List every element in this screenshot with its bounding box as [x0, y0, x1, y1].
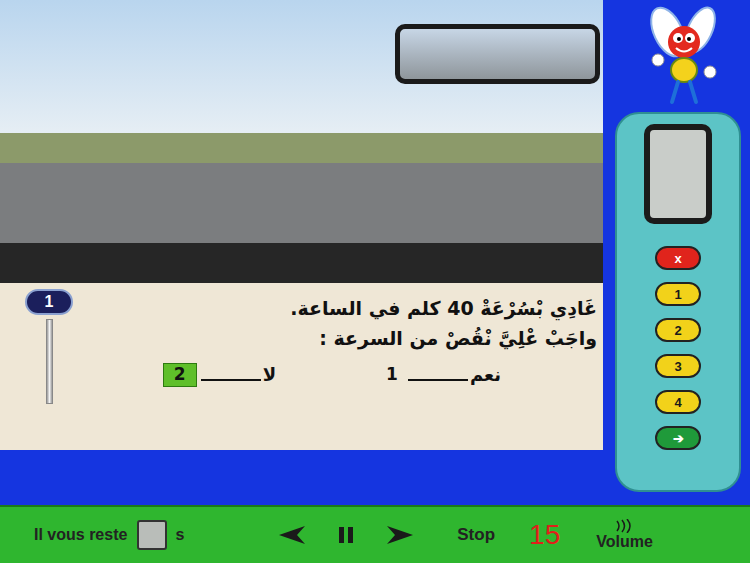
answer-button[interactable]: 2 [655, 318, 701, 342]
volume-button[interactable]: Volume [596, 519, 653, 551]
question-text: واجَبْ عْلِيَّ نْقُصْ من السرعة : [80, 323, 597, 353]
progress-bar [46, 319, 53, 404]
bottom-bar: Il vous reste s Stop 15 Volume [0, 505, 750, 563]
volume-label: Volume [596, 533, 653, 551]
volume-icon [613, 519, 637, 533]
question-count: 15 [529, 514, 560, 556]
answer-button[interactable]: 1 [655, 282, 701, 306]
cancel-button[interactable]: x [655, 246, 701, 270]
answers-row: نعم 1 لا 2 [80, 361, 597, 388]
question-panel: 1 غَادِي بْسُرْعَةْ 40 كلم في الساعة.واجَ… [0, 283, 603, 450]
question-text: غَادِي بْسُرْعَةْ 40 كلم في الساعة. [80, 293, 597, 323]
mascot-icon [638, 2, 728, 107]
answer-label: لا [263, 361, 276, 388]
next-button[interactable]: ➔ [655, 426, 701, 450]
pause-icon[interactable] [337, 526, 355, 544]
question-number: 1 [25, 289, 73, 315]
remote-screen [650, 130, 706, 218]
timer-label: Il vous reste [34, 523, 127, 547]
remote-panel: x 1 2 3 4 ➔ [603, 0, 750, 505]
app: 1 غَادِي بْسُرْعَةْ 40 كلم في الساعة.واجَ… [0, 0, 750, 563]
timer-unit: s [175, 523, 184, 547]
rear-mirror [395, 24, 600, 84]
answer-number: 2 [163, 363, 197, 387]
answer-button[interactable]: 4 [655, 390, 701, 414]
remote-control: x 1 2 3 4 ➔ [615, 112, 741, 492]
answer-label: نعم [470, 361, 501, 388]
next-icon[interactable] [387, 526, 413, 544]
answer-number: 1 [386, 362, 398, 388]
stop-button[interactable]: Stop [457, 522, 495, 548]
timer-box [137, 520, 167, 550]
photo [0, 0, 603, 283]
answer-button[interactable]: 3 [655, 354, 701, 378]
previous-icon[interactable] [279, 526, 305, 544]
